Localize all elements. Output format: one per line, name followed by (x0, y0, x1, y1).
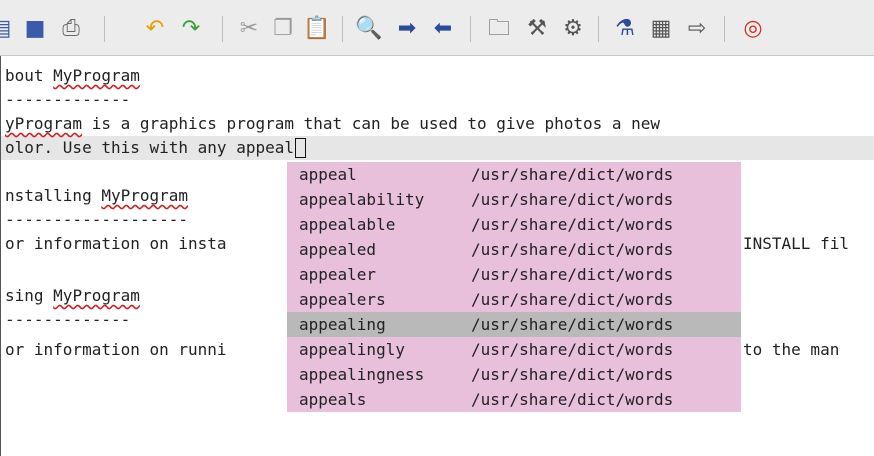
editor-line: nstalling MyProgram (5, 186, 189, 205)
editor-line-current: olor. Use this with any appeal (5, 136, 306, 160)
editor-line: sing MyProgram (5, 286, 140, 305)
next-icon[interactable]: ➡ (392, 14, 422, 44)
editor-line: bout MyProgram (5, 66, 140, 85)
spellcheck-word: MyProgram (101, 186, 189, 205)
editor-line: ------------- (5, 310, 131, 329)
toolbar-separator (724, 16, 725, 42)
table-icon[interactable]: ▦ (646, 14, 676, 44)
editor-line: ------------------- (5, 210, 189, 229)
autocomplete-item-selected[interactable]: appealing/usr/share/dict/words (287, 312, 741, 337)
run-icon[interactable]: ⇨ (682, 14, 712, 44)
print-icon[interactable]: ⎙ (56, 14, 86, 44)
help-icon[interactable]: ◎ (738, 14, 768, 44)
build-icon[interactable]: ⚒ (522, 14, 552, 44)
find-icon[interactable]: 🔍 (354, 14, 384, 44)
previous-icon[interactable]: ⬅ (428, 14, 458, 44)
autocomplete-item[interactable]: appealable/usr/share/dict/words (287, 212, 741, 237)
toolbar-separator (470, 16, 471, 42)
text-cursor (294, 138, 306, 158)
settings-icon[interactable]: ⚙ (558, 14, 588, 44)
autocomplete-popup[interactable]: appeal/usr/share/dict/words appealabilit… (287, 162, 741, 412)
autocomplete-item[interactable]: appeals/usr/share/dict/words (287, 387, 741, 412)
toolbar-separator (598, 16, 599, 42)
undo-icon[interactable]: ↶ (140, 14, 170, 44)
autocomplete-item[interactable]: appealed/usr/share/dict/words (287, 237, 741, 262)
editor-line: or information on insta (5, 234, 227, 253)
autocomplete-item[interactable]: appealingly/usr/share/dict/words (287, 337, 741, 362)
copy-icon[interactable]: ❐ (268, 14, 298, 44)
paste-icon[interactable]: 📋 (302, 14, 332, 44)
save-icon[interactable]: ■ (20, 14, 50, 44)
autocomplete-item[interactable]: appealer/usr/share/dict/words (287, 262, 741, 287)
toolbar: ▤ ■ ⎙ ↶ ↷ ✂ ❐ 📋 🔍 ➡ ⬅ 🗀 ⚒ ⚙ ⚗ ▦ ⇨ ◎ (0, 0, 874, 56)
autocomplete-item[interactable]: appealability/usr/share/dict/words (287, 187, 741, 212)
spellcheck-word: MyProgram (53, 286, 140, 305)
editor-line-tail: INSTALL fil (743, 234, 849, 253)
editor-line-tail: to the man (743, 340, 840, 359)
editor-line: yProgram is a graphics program that can … (5, 114, 661, 133)
autocomplete-item[interactable]: appeal/usr/share/dict/words (287, 162, 741, 187)
toolbar-separator (342, 16, 343, 42)
spellcheck-word: yProgram (5, 114, 83, 133)
cut-icon[interactable]: ✂ (234, 14, 264, 44)
spellcheck-word: MyProgram (53, 66, 140, 85)
redo-icon[interactable]: ↷ (176, 14, 206, 44)
tool-icon[interactable]: ⚗ (610, 14, 640, 44)
autocomplete-item[interactable]: appealingness/usr/share/dict/words (287, 362, 741, 387)
toolbar-separator (104, 16, 105, 42)
open-icon[interactable]: ▤ (0, 14, 16, 44)
folder-icon[interactable]: 🗀 (484, 14, 514, 44)
editor-line: ------------- (5, 90, 131, 109)
editor-line: or information on runni (5, 340, 227, 359)
autocomplete-item[interactable]: appealers/usr/share/dict/words (287, 287, 741, 312)
toolbar-separator (222, 16, 223, 42)
